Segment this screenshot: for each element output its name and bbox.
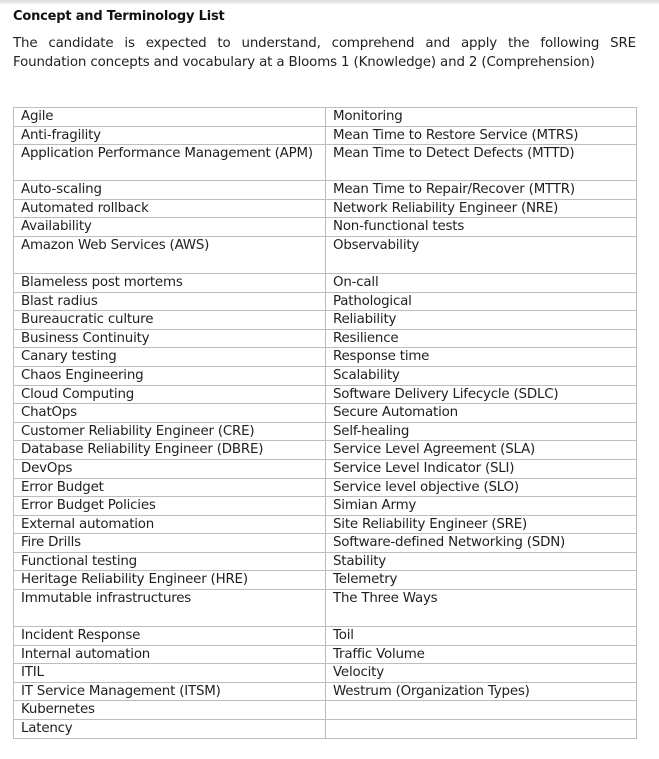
term-cell-right: Software-defined Networking (SDN) — [325, 533, 637, 553]
terminology-table-body: Agile Monitoring Anti-fragility Mean Time t… — [13, 107, 637, 739]
term-cell-left: Automated rollback — [13, 198, 326, 219]
term-cell-left: Blameless post mortems — [13, 272, 326, 293]
table-row: Automated rollback Network Reliability En… — [13, 198, 637, 219]
term-cell-right: Network Reliability Engineer (NRE) — [325, 198, 637, 219]
term-cell-left: Application Performance Management (APM) — [13, 144, 326, 182]
table-row: Anti-fragility Mean Time to Restore Servi… — [13, 125, 637, 146]
table-row: DevOps Service Level Indicator (SLI) — [13, 458, 637, 479]
page-top-shadow — [0, 0, 659, 4]
term-cell-left: Blast radius — [13, 291, 326, 312]
term-cell-right — [325, 700, 637, 721]
term-cell-right: Site Reliability Engineer (SRE) — [325, 514, 637, 535]
term-cell-right: Non-functional tests — [325, 217, 637, 237]
term-cell-right: Self-healing — [325, 421, 637, 442]
section-heading: Concept and Terminology List — [13, 9, 225, 24]
term-cell-left: Database Reliability Engineer (DBRE) — [13, 440, 326, 460]
table-row: Customer Reliability Engineer (CRE) Self-… — [13, 421, 637, 442]
term-cell-right: Toil — [325, 626, 637, 646]
term-cell-left: Heritage Reliability Engineer (HRE) — [13, 570, 326, 591]
term-cell-right: Mean Time to Repair/Recover (MTTR) — [325, 180, 637, 200]
table-row: Auto-scaling Mean Time to Repair/Recover … — [13, 180, 637, 200]
term-cell-left: Anti-fragility — [13, 125, 326, 146]
table-row: Latency — [13, 719, 637, 739]
table-row: Blameless post mortems On-call — [13, 272, 637, 293]
term-cell-left: Availability — [13, 217, 326, 237]
term-cell-left: Chaos Engineering — [13, 365, 326, 386]
term-cell-right: Secure Automation — [325, 403, 637, 423]
term-cell-left: Incident Response — [13, 626, 326, 646]
table-row: Immutable infrastructures The Three Ways — [13, 589, 637, 628]
term-cell-left: DevOps — [13, 458, 326, 479]
term-cell-right: The Three Ways — [325, 589, 637, 628]
table-row: Internal automation Traffic Volume — [13, 644, 637, 665]
table-row: Business Continuity Resilience — [13, 328, 637, 349]
term-cell-left: Business Continuity — [13, 328, 326, 349]
table-row: Fire Drills Software-defined Networking (… — [13, 533, 637, 553]
table-row: Blast radius Pathological — [13, 291, 637, 312]
table-row: ITIL Velocity — [13, 663, 637, 683]
table-row: Error Budget Service level objective (SLO… — [13, 477, 637, 498]
term-cell-left: Immutable infrastructures — [13, 589, 326, 628]
table-row: Cloud Computing Software Delivery Lifecyc… — [13, 384, 637, 405]
term-cell-right: Observability — [325, 235, 637, 274]
term-cell-left: Functional testing — [13, 551, 326, 572]
table-row: Incident Response Toil — [13, 626, 637, 646]
term-cell-left: Customer Reliability Engineer (CRE) — [13, 421, 326, 442]
term-cell-right: Software Delivery Lifecycle (SDLC) — [325, 384, 637, 405]
term-cell-left: Kubernetes — [13, 700, 326, 721]
table-row: Canary testing Response time — [13, 347, 637, 367]
term-cell-right: Scalability — [325, 365, 637, 386]
term-cell-right: Service Level Agreement (SLA) — [325, 440, 637, 460]
term-cell-left: External automation — [13, 514, 326, 535]
term-cell-left: Internal automation — [13, 644, 326, 665]
term-cell-right: Service level objective (SLO) — [325, 477, 637, 498]
table-row: Functional testing Stability — [13, 551, 637, 572]
table-row: External automation Site Reliability Engi… — [13, 514, 637, 535]
table-row: Bureaucratic culture Reliability — [13, 310, 637, 330]
term-cell-right: Pathological — [325, 291, 637, 312]
table-row: Database Reliability Engineer (DBRE) Serv… — [13, 440, 637, 460]
term-cell-left: Fire Drills — [13, 533, 326, 553]
term-cell-right — [325, 719, 637, 739]
term-cell-left: Cloud Computing — [13, 384, 326, 405]
table-row: ChatOps Secure Automation — [13, 403, 637, 423]
table-row: Heritage Reliability Engineer (HRE) Telem… — [13, 570, 637, 591]
table-row: Chaos Engineering Scalability — [13, 365, 637, 386]
term-cell-left: Agile — [13, 107, 326, 127]
term-cell-left: Bureaucratic culture — [13, 310, 326, 330]
table-row: Error Budget Policies Simian Army — [13, 496, 637, 516]
term-cell-right: Mean Time to Detect Defects (MTTD) — [325, 144, 637, 182]
table-row: Amazon Web Services (AWS) Observability — [13, 235, 637, 274]
term-cell-left: Error Budget — [13, 477, 326, 498]
term-cell-right: Reliability — [325, 310, 637, 330]
terminology-table: Agile Monitoring Anti-fragility Mean Time t… — [13, 107, 637, 739]
term-cell-right: Traffic Volume — [325, 644, 637, 665]
table-row: IT Service Management (ITSM) Westrum (Org… — [13, 681, 637, 702]
term-cell-right: On-call — [325, 272, 637, 293]
table-row: Kubernetes — [13, 700, 637, 721]
term-cell-right: Mean Time to Restore Service (MTRS) — [325, 125, 637, 146]
term-cell-right: Stability — [325, 551, 637, 572]
term-cell-right: Westrum (Organization Types) — [325, 681, 637, 702]
term-cell-right: Resilience — [325, 328, 637, 349]
term-cell-right: Monitoring — [325, 107, 637, 127]
table-row: Agile Monitoring — [13, 107, 637, 127]
term-cell-right: Response time — [325, 347, 637, 367]
term-cell-right: Velocity — [325, 663, 637, 683]
intro-paragraph: The candidate is expected to understand,… — [13, 36, 636, 70]
term-cell-left: Error Budget Policies — [13, 496, 326, 516]
term-cell-right: Simian Army — [325, 496, 637, 516]
term-cell-left: Auto-scaling — [13, 180, 326, 200]
term-cell-left: IT Service Management (ITSM) — [13, 681, 326, 702]
term-cell-left: Canary testing — [13, 347, 326, 367]
term-cell-left: Amazon Web Services (AWS) — [13, 235, 326, 274]
table-row: Application Performance Management (APM)… — [13, 144, 637, 182]
table-row: Availability Non-functional tests — [13, 217, 637, 237]
term-cell-right: Telemetry — [325, 570, 637, 591]
term-cell-left: ITIL — [13, 663, 326, 683]
term-cell-left: ChatOps — [13, 403, 326, 423]
term-cell-left: Latency — [13, 719, 326, 739]
term-cell-right: Service Level Indicator (SLI) — [325, 458, 637, 479]
